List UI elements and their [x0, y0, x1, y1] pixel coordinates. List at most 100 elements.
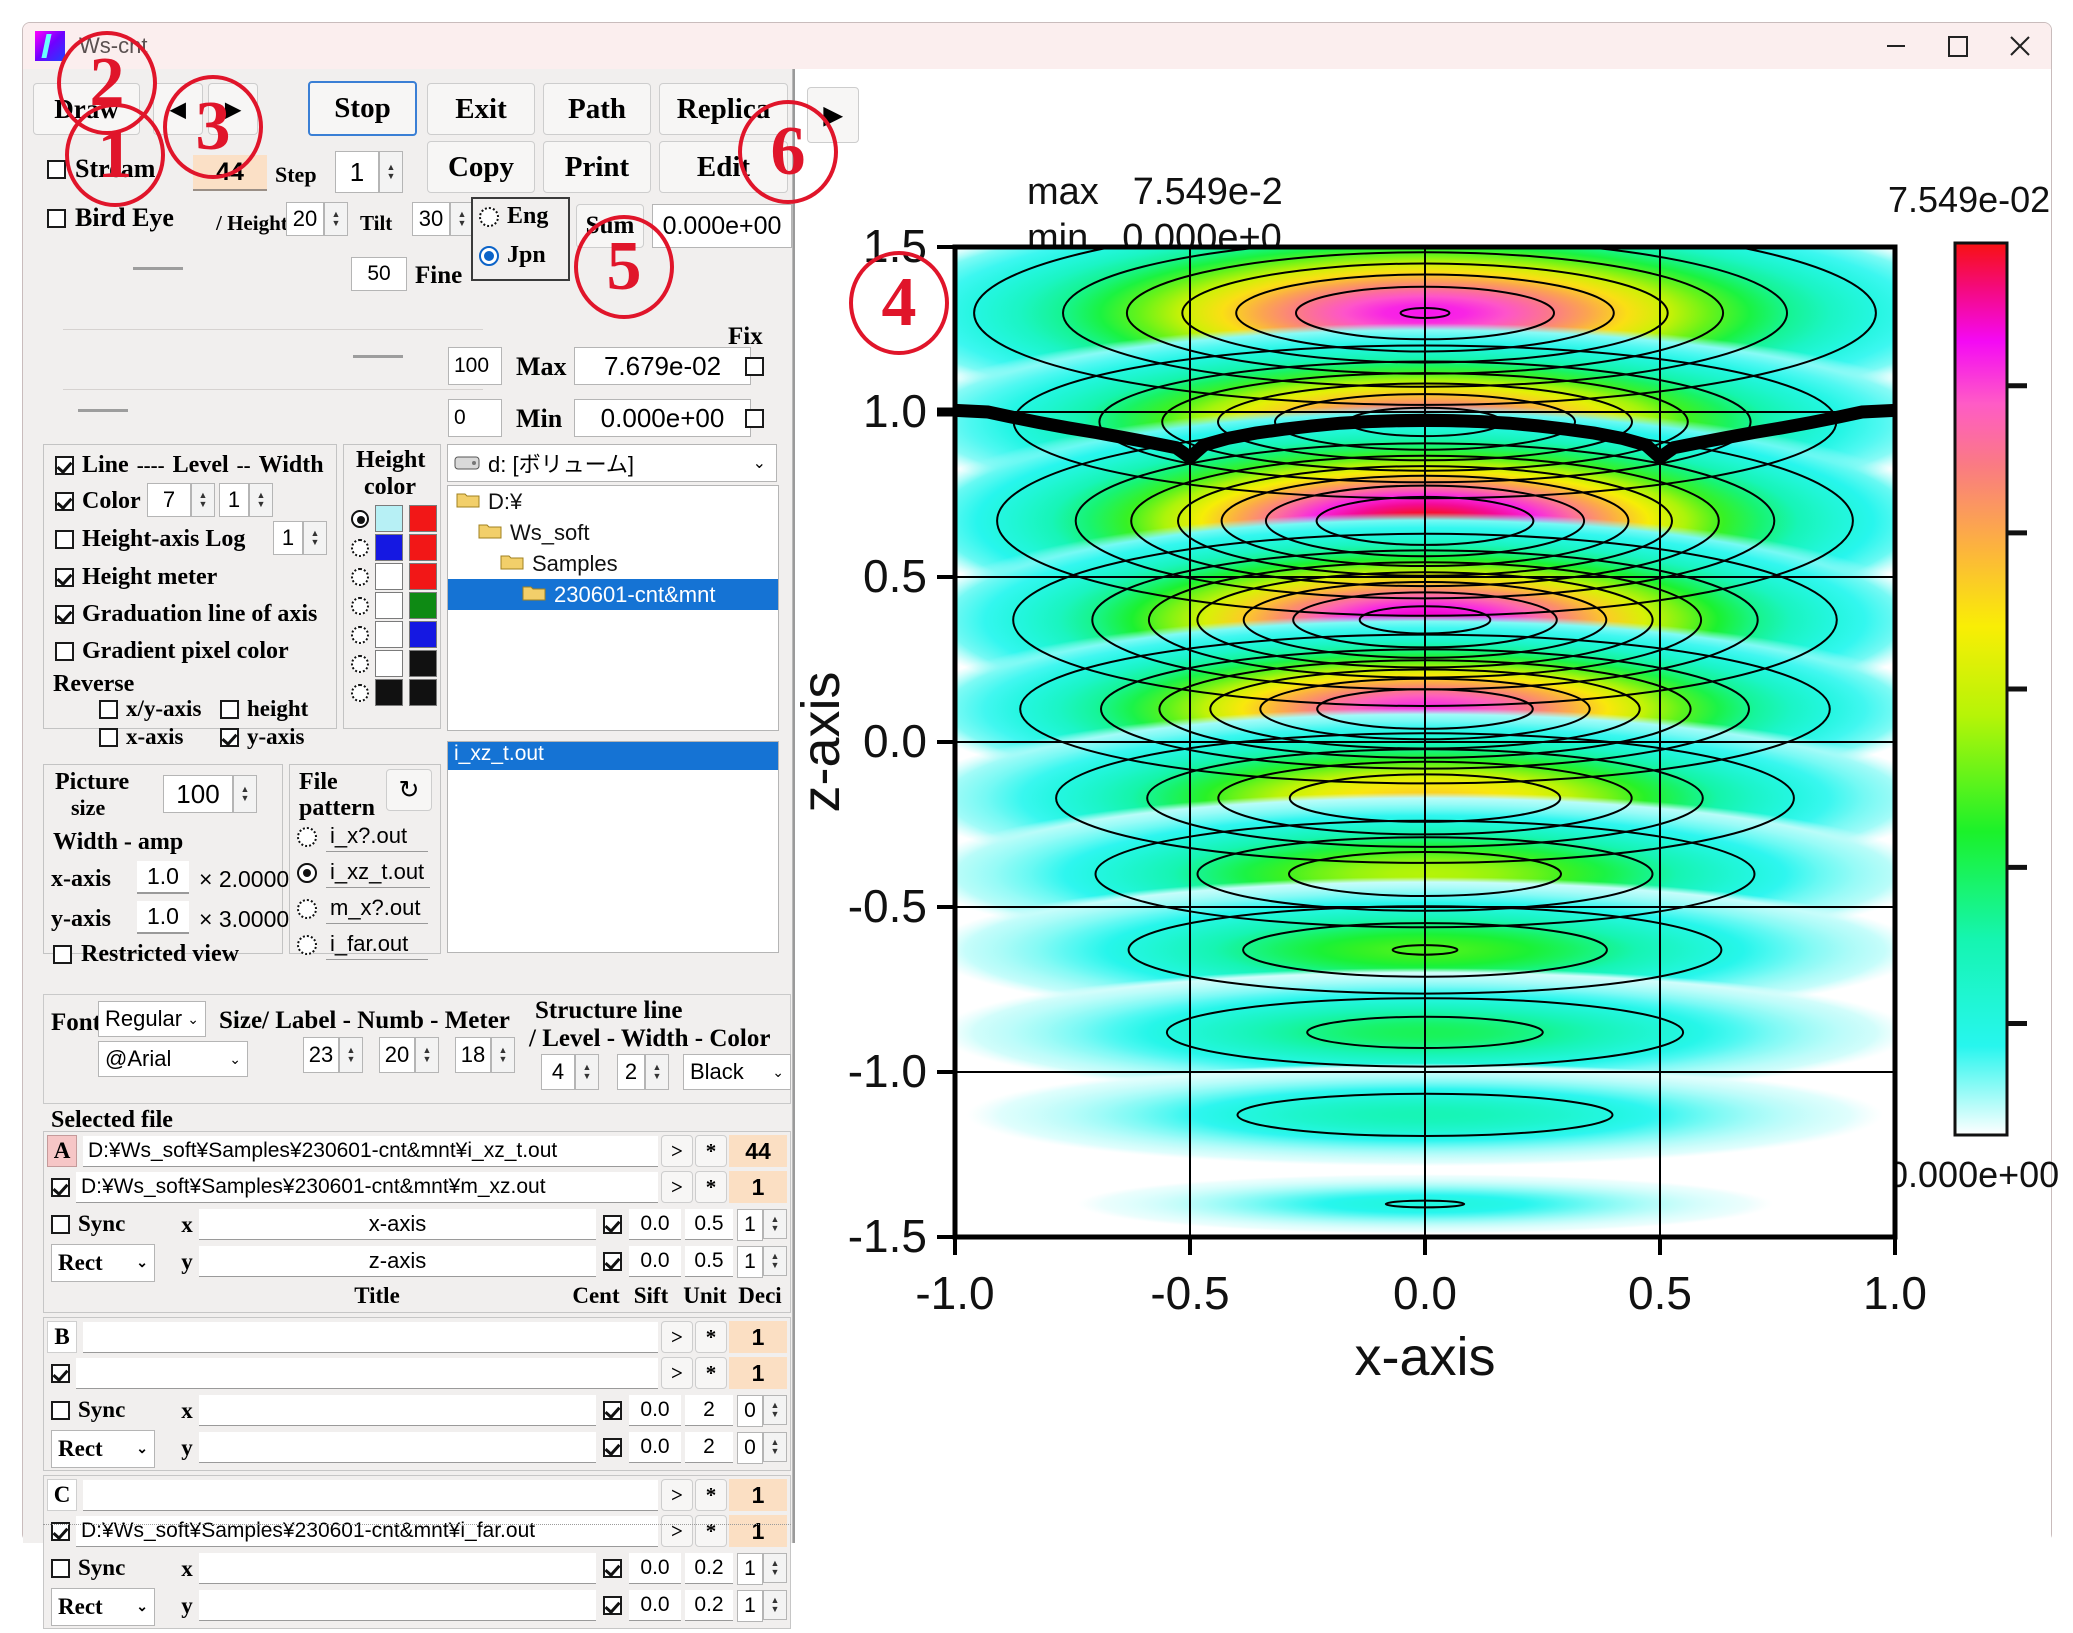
edit-button[interactable]: Edit	[659, 141, 788, 193]
unit-input[interactable]: 0.2	[685, 1553, 733, 1584]
height-color-radio[interactable]	[351, 683, 369, 702]
slider-track-3[interactable]	[78, 409, 128, 412]
browse-button[interactable]: >	[661, 1479, 693, 1511]
sync-checkbox[interactable]	[51, 1400, 70, 1420]
min-fix-checkbox[interactable]	[745, 409, 764, 428]
height-color-radio[interactable]	[351, 567, 369, 586]
gradient-checkbox[interactable]	[55, 642, 74, 661]
lang-eng-radio[interactable]	[479, 206, 499, 227]
wildcard-button[interactable]: *	[695, 1479, 727, 1511]
deci-spin[interactable]: ▲ ▼	[763, 1552, 787, 1583]
level-spin[interactable]: ▲ ▼	[191, 483, 215, 517]
height-color-low-swatch[interactable]	[375, 563, 403, 590]
shape-select[interactable]: Rect ⌄	[51, 1244, 155, 1282]
file-path-input-primary[interactable]: D:¥Ws_soft¥Samples¥230601-cnt&mnt¥i_xz_t…	[83, 1135, 658, 1167]
height-color-low-swatch[interactable]	[375, 592, 403, 619]
file-pattern-radio[interactable]	[297, 898, 317, 919]
group-tag-a[interactable]: A	[47, 1135, 77, 1167]
frame-count-value[interactable]: 44	[729, 1135, 787, 1167]
stream-checkbox[interactable]	[47, 159, 66, 179]
max-value[interactable]: 7.679e-02	[574, 347, 751, 385]
axis-title-input[interactable]	[199, 1553, 596, 1584]
sum-button[interactable]: Sum	[576, 204, 644, 248]
deci-spin[interactable]: ▲ ▼	[763, 1208, 787, 1239]
cent-checkbox[interactable]	[603, 1252, 622, 1271]
frame-count-value[interactable]: 1	[729, 1479, 787, 1511]
reverse-height-row[interactable]: height	[220, 696, 308, 722]
draw-button[interactable]: Draw	[33, 83, 140, 135]
deci-value[interactable]: 1	[737, 1589, 763, 1622]
height-color-radio[interactable]	[351, 596, 369, 615]
sift-input[interactable]: 0.0	[629, 1209, 681, 1240]
struct-level-value[interactable]: 4	[541, 1054, 575, 1090]
deci-value[interactable]: 1	[737, 1552, 763, 1585]
prev-frame-button[interactable]: ◀	[153, 83, 203, 135]
file-path-input-primary[interactable]	[83, 1321, 658, 1353]
heightaxis-spin[interactable]: ▲ ▼	[303, 521, 327, 555]
wildcard-button[interactable]: *	[695, 1321, 727, 1353]
slider-track-2[interactable]	[353, 355, 403, 358]
tree-item[interactable]: Ws_soft	[448, 517, 778, 548]
drive-select[interactable]: d: [ボリューム] ⌄	[447, 444, 777, 482]
height-spin[interactable]: ▲ ▼	[324, 202, 348, 236]
height-color-row[interactable]	[351, 505, 437, 532]
height-color-row[interactable]	[351, 650, 437, 677]
reverse-xy-checkbox[interactable]	[99, 699, 118, 719]
deci-stepper[interactable]: 0 ▲ ▼	[737, 1394, 787, 1427]
color-checkbox[interactable]	[55, 492, 74, 511]
height-color-row[interactable]	[351, 592, 437, 619]
next-frame-button[interactable]: ▶	[208, 83, 258, 135]
file-pattern-radio[interactable]	[297, 862, 317, 883]
unit-input[interactable]: 2	[685, 1395, 733, 1426]
file-list-item[interactable]: i_xz_t.out	[448, 742, 778, 770]
file-pattern-radio[interactable]	[297, 934, 317, 955]
heightaxis-checkbox[interactable]	[55, 530, 74, 549]
cent-checkbox[interactable]	[603, 1215, 622, 1234]
graduation-checkbox[interactable]	[55, 605, 74, 624]
tilt-stepper[interactable]: 30 ▲ ▼	[412, 202, 474, 236]
numb-size-value[interactable]: 20	[379, 1037, 415, 1073]
group-enable-checkbox[interactable]	[51, 1363, 70, 1383]
deci-value[interactable]: 0	[737, 1394, 763, 1427]
axis-title-input[interactable]	[199, 1432, 596, 1463]
sync-checkbox[interactable]	[51, 1214, 70, 1234]
struct-width-value[interactable]: 2	[617, 1054, 645, 1090]
font-style-select[interactable]: Regular ⌄	[98, 1001, 206, 1037]
sift-input[interactable]: 0.0	[629, 1432, 681, 1463]
cent-checkbox[interactable]	[603, 1596, 622, 1615]
height-color-high-swatch[interactable]	[409, 592, 437, 619]
sync-checkbox[interactable]	[51, 1558, 70, 1578]
cent-checkbox[interactable]	[603, 1559, 622, 1578]
browse-button[interactable]: >	[661, 1135, 693, 1167]
min-percent[interactable]: 0	[448, 399, 502, 437]
reverse-height-checkbox[interactable]	[220, 699, 239, 719]
close-button[interactable]	[1989, 23, 2051, 69]
meter-size-value[interactable]: 18	[455, 1037, 491, 1073]
struct-level-stepper[interactable]: 4 ▲ ▼	[541, 1054, 599, 1090]
stop-button[interactable]: Stop	[308, 81, 417, 136]
restricted-view-checkbox[interactable]	[53, 945, 72, 964]
file-pattern-option[interactable]: i_far.out	[297, 929, 437, 960]
deci-value[interactable]: 0	[737, 1431, 763, 1464]
label-size-spin[interactable]: ▲ ▼	[339, 1037, 363, 1073]
height-color-high-swatch[interactable]	[409, 534, 437, 561]
lang-jpn-radio[interactable]	[479, 245, 499, 266]
unit-input[interactable]: 0.5	[685, 1209, 733, 1240]
directory-tree[interactable]: D:¥ Ws_soft Samples 230601-cnt&mnt	[447, 485, 779, 731]
wildcard-button[interactable]: *	[695, 1171, 727, 1203]
height-value[interactable]: 20	[286, 202, 324, 236]
sift-input[interactable]: 0.0	[629, 1590, 681, 1621]
height-color-low-swatch[interactable]	[375, 505, 403, 532]
picture-x-value[interactable]: 1.0	[137, 861, 189, 894]
level-stepper[interactable]: 7 ▲ ▼	[147, 483, 215, 517]
font-family-select[interactable]: @Arial ⌄	[98, 1041, 248, 1077]
sync-row[interactable]: Sync	[47, 1206, 175, 1242]
browse-button[interactable]: >	[661, 1171, 693, 1203]
axis-title-input[interactable]: z-axis	[199, 1246, 596, 1277]
refresh-button[interactable]: ↻	[386, 769, 432, 811]
height-color-low-swatch[interactable]	[375, 534, 403, 561]
file-pattern-radio[interactable]	[297, 826, 317, 847]
lang-jpn-option[interactable]: Jpn	[479, 242, 546, 269]
step-stepper[interactable]: 1 ▲ ▼	[335, 151, 403, 193]
numb-size-spin[interactable]: ▲ ▼	[415, 1037, 439, 1073]
